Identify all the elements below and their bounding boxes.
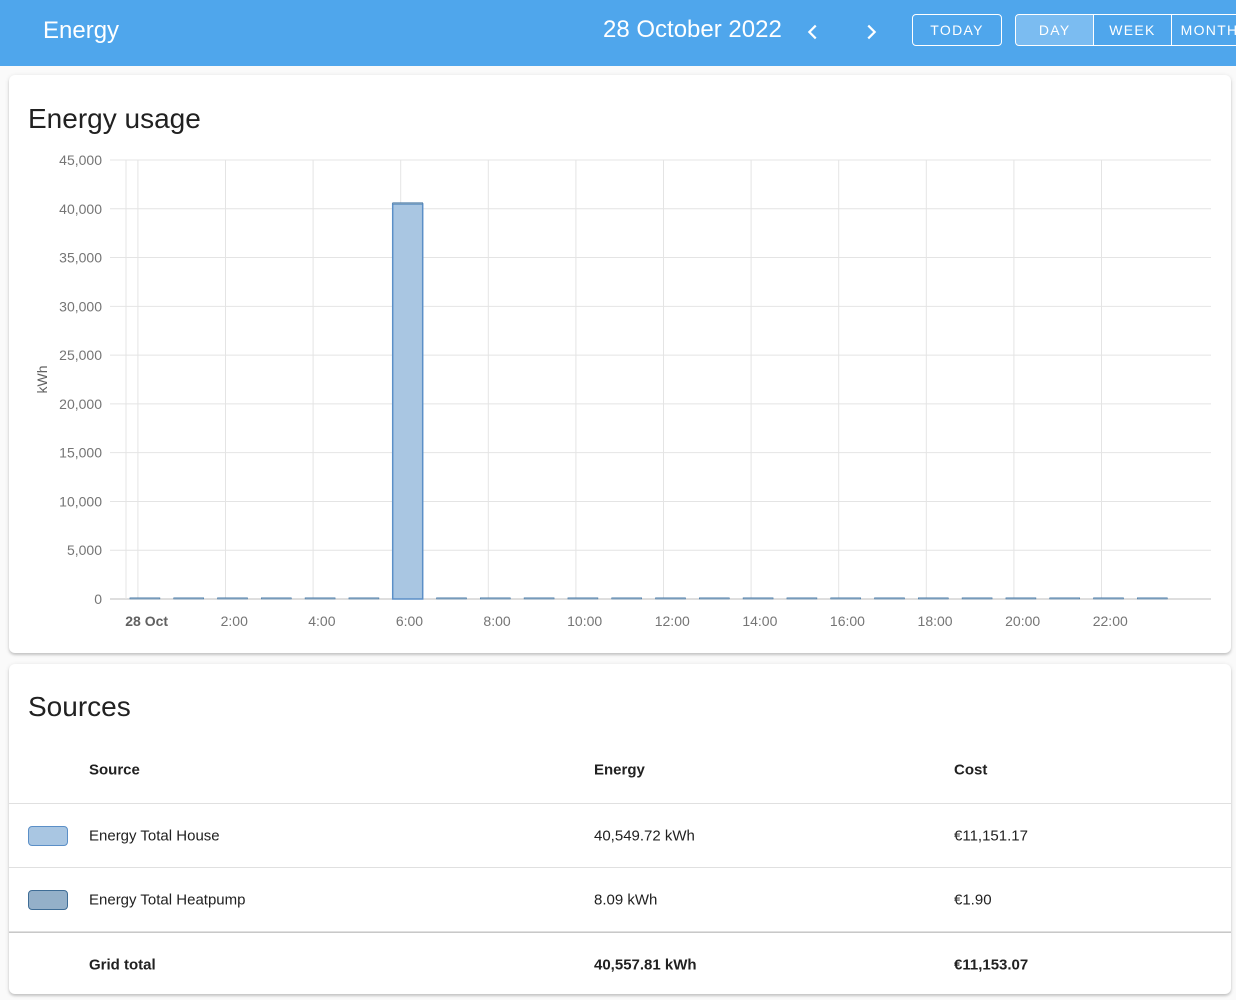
y-tick-label: 25,000 [59, 347, 102, 363]
bar [523, 597, 555, 600]
bar [830, 597, 862, 600]
next-period-button[interactable] [853, 14, 889, 50]
y-tick-label: 10,000 [59, 493, 102, 509]
current-date: 28 October 2022 [603, 16, 782, 43]
grid-total-cost: €11,153.07 [954, 956, 1029, 973]
bar [742, 597, 774, 600]
bar [1049, 597, 1080, 600]
bar [217, 597, 248, 600]
source-cost: €11,151.17 [954, 827, 1028, 844]
bar [261, 597, 292, 600]
y-tick-label: 35,000 [59, 250, 102, 266]
chevron-right-icon [867, 24, 877, 40]
x-tick-label: 10:00 [567, 613, 602, 629]
column-header-energy: Energy [594, 761, 645, 779]
bar [698, 597, 730, 600]
bar [1093, 597, 1124, 600]
bar [786, 597, 818, 600]
period-day-button[interactable]: DAY [1016, 15, 1095, 45]
y-tick-label: 40,000 [59, 201, 102, 217]
sources-card: Sources Source Energy Cost Energy Total … [9, 664, 1231, 994]
bar [348, 597, 380, 600]
bar [1005, 597, 1037, 600]
source-name: Energy Total House [89, 827, 220, 844]
previous-period-button[interactable] [795, 14, 831, 50]
grid-total-energy: 40,557.81 kWh [594, 956, 697, 973]
energy-usage-chart: 45,000 40,000 35,000 30,000 25,000 20,000 15,0… [34, 152, 1211, 629]
y-tick-label: 15,000 [59, 445, 102, 461]
color-swatch [28, 825, 68, 846]
grid-total-label: Grid total [89, 956, 156, 973]
top-app-bar: Energy 28 October 2022 TODAY DAY WEEK MO… [0, 0, 1236, 66]
bar [392, 202, 424, 205]
color-swatch [28, 889, 68, 910]
x-tick-label: 6:00 [396, 613, 423, 629]
period-week-button[interactable]: WEEK [1094, 15, 1172, 45]
column-header-cost: Cost [954, 761, 988, 779]
y-tick-label: 45,000 [59, 152, 102, 168]
bar [655, 597, 686, 600]
table-header-row: Source Energy Cost [9, 737, 1231, 804]
column-header-source: Source [89, 761, 140, 779]
energy-usage-card: Energy usage 45,000 40,000 35,000 30,000 25,… [9, 75, 1231, 653]
x-tick-label: 12:00 [655, 613, 690, 629]
bar [436, 597, 467, 600]
grid-total-row: Grid total 40,557.81 kWh €11,153.07 [9, 932, 1231, 994]
period-month-button[interactable]: MONTH [1172, 15, 1236, 45]
table-row: Energy Total House 40,549.72 kWh €11,151… [9, 804, 1231, 868]
bar [567, 597, 599, 600]
x-tick-label: 2:00 [221, 613, 248, 629]
chevron-left-icon [807, 24, 817, 40]
y-tick-label: 30,000 [59, 298, 102, 314]
bar [611, 597, 643, 600]
x-tick-label: 14:00 [742, 613, 777, 629]
sources-table: Source Energy Cost Energy Total House 40… [9, 737, 1231, 994]
page-title: Energy [43, 17, 120, 44]
bar [479, 597, 511, 600]
y-tick-label: 0 [94, 591, 102, 607]
y-axis-label: kWh [34, 366, 50, 394]
source-energy: 40,549.72 kWh [594, 827, 695, 844]
y-tick-label: 5,000 [67, 542, 102, 558]
bar [874, 597, 905, 600]
source-energy: 8.09 kWh [594, 891, 658, 908]
today-button[interactable]: TODAY [912, 14, 1002, 46]
x-tick-label: 16:00 [830, 613, 865, 629]
source-name: Energy Total Heatpump [89, 891, 246, 908]
source-cost: €1.90 [954, 891, 992, 908]
x-tick-label: 4:00 [308, 613, 335, 629]
sources-title: Sources [28, 691, 131, 722]
x-tick-label: 20:00 [1005, 613, 1040, 629]
x-tick-label: 28 Oct [125, 613, 168, 629]
bar [961, 597, 993, 600]
bar [1137, 597, 1168, 600]
period-selector: DAY WEEK MONTH [1015, 14, 1236, 46]
x-tick-label: 18:00 [918, 613, 953, 629]
bar [304, 597, 336, 600]
y-tick-label: 20,000 [59, 396, 102, 412]
x-tick-label: 22:00 [1093, 613, 1128, 629]
x-tick-label: 8:00 [483, 613, 510, 629]
bar [917, 597, 949, 600]
table-row: Energy Total Heatpump 8.09 kWh €1.90 [9, 868, 1231, 932]
bar [391, 203, 424, 600]
bar [129, 597, 161, 600]
bar [173, 597, 204, 600]
